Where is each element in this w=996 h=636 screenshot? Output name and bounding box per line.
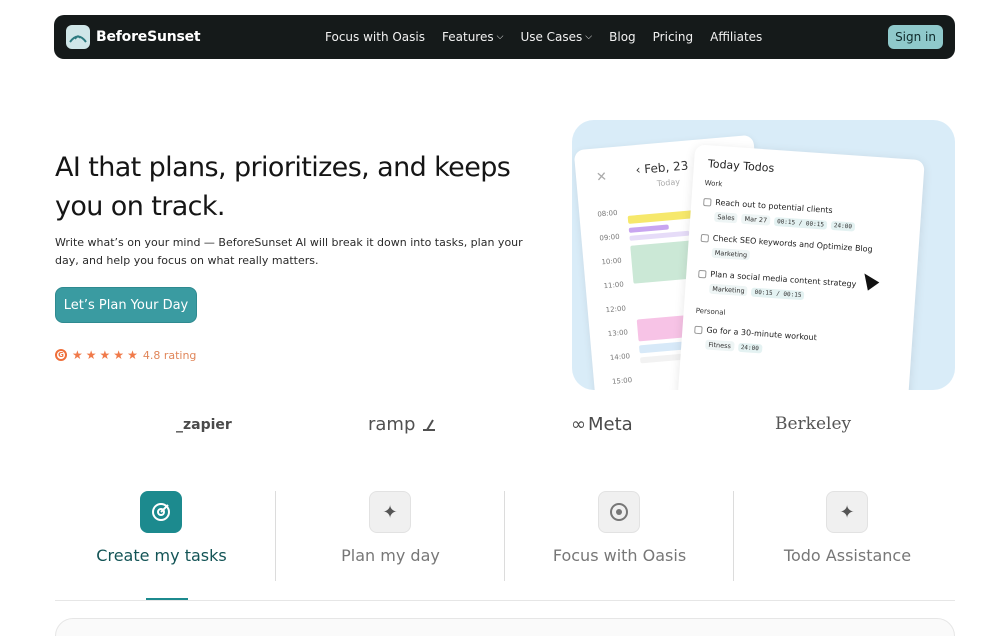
target-icon — [140, 491, 182, 533]
star-icon: ★ — [99, 348, 111, 362]
checkbox — [703, 197, 712, 207]
hero-title: AI that plans, prioritizes, and keeps yo… — [55, 152, 511, 222]
time-tag: 00:15 / 00:15 — [751, 287, 805, 300]
zapier-logo: _zapier — [176, 417, 232, 433]
todo-card: Today Todos Work Reach out to potential … — [677, 144, 925, 390]
todo-meta: Marketing — [711, 247, 751, 261]
chevron-down-icon: ⌵ — [496, 32, 504, 42]
calendar-event — [628, 224, 669, 233]
calendar-time: 10:00 — [601, 256, 623, 267]
calendar-event — [629, 230, 690, 241]
nav-link-pricing[interactable]: Pricing — [653, 30, 693, 44]
calendar-time: 11:00 — [603, 280, 625, 291]
tag: Marketing — [711, 247, 751, 261]
tab-label: Create my tasks — [96, 546, 227, 565]
rating: G ★ ★ ★ ★ ★ 4.8 rating — [55, 348, 196, 362]
top-navbar: BeforeSunset Focus with Oasis Features ⌵ … — [54, 15, 955, 59]
todo-meta: Marketing 00:15 / 00:15 — [708, 283, 805, 301]
calendar-time: 09:00 — [599, 232, 620, 243]
tab-divider — [733, 491, 734, 581]
tab-label: Todo Assistance — [783, 546, 912, 565]
nav-link-use-cases[interactable]: Use Cases ⌵ — [520, 30, 592, 44]
nav-link-features[interactable]: Features ⌵ — [442, 30, 503, 44]
g2-logo-icon: G — [55, 349, 67, 361]
star-icon: ★ — [85, 348, 97, 362]
nav-link-label: Pricing — [652, 30, 694, 44]
nav-link-affiliates[interactable]: Affiliates — [710, 30, 762, 44]
calendar-time: 08:00 — [597, 208, 618, 219]
calendar-time: 15:00 — [611, 376, 633, 386]
calendar-time: 14:00 — [609, 352, 631, 363]
tab-label: Focus with Oasis — [552, 546, 687, 565]
tab-divider — [275, 491, 276, 581]
calendar-today: Today — [656, 177, 681, 189]
tag: Sales — [713, 211, 738, 224]
ramp-mark-icon — [423, 418, 436, 431]
todo-section-work: Work — [704, 179, 723, 189]
logo[interactable]: BeforeSunset — [66, 25, 201, 49]
hero-illustration: ✕ ‹ Feb, 23 Today 08:00 09:00 10:00 11:0… — [572, 120, 955, 390]
time-tag: 24:00 — [737, 342, 763, 353]
divider — [55, 600, 955, 601]
checkbox — [700, 233, 710, 242]
checkbox — [698, 269, 707, 278]
star-icon: ★ — [127, 348, 138, 362]
chevron-down-icon: ⌵ — [585, 32, 593, 42]
todo-meta: Sales Mar 27 00:15 / 00:15 24:00 — [713, 211, 856, 232]
checkbox — [694, 325, 703, 334]
time-tag: 00:15 / 00:15 — [773, 216, 828, 230]
calendar-time: 13:00 — [607, 328, 629, 339]
focus-icon — [598, 491, 640, 533]
todo-title: Today Todos — [707, 157, 775, 175]
star-icon: ★ — [72, 348, 83, 362]
tag: Mar 27 — [741, 213, 771, 226]
rating-text: 4.8 rating — [142, 348, 197, 362]
nav-link-label: Use Cases — [520, 30, 583, 44]
meta-logo-text: Meta — [588, 414, 633, 435]
customer-logos: _zapier ramp ∞ Meta Berkeley — [0, 408, 996, 444]
meta-infinity-icon: ∞ — [571, 414, 586, 435]
nav-link-label: Focus with Oasis — [325, 30, 425, 44]
tab-todo-assistance[interactable]: ✦ Todo Assistance — [741, 491, 954, 583]
logo-icon — [66, 25, 90, 49]
hero-subtitle: Write what’s on your mind — BeforeSunset… — [55, 236, 523, 267]
calendar-event — [627, 210, 695, 224]
sparkle-icon: ✦ — [826, 491, 868, 533]
nav-link-label: Affiliates — [710, 30, 763, 44]
nav-links: Focus with Oasis Features ⌵ Use Cases ⌵ Bl… — [325, 15, 762, 59]
calendar-time: 12:00 — [605, 304, 627, 315]
signin-button[interactable]: Sign in — [888, 25, 943, 49]
tab-divider — [504, 491, 505, 581]
tag: Marketing — [708, 283, 748, 297]
meta-logo: ∞ Meta — [571, 414, 633, 435]
time-tag: 24:00 — [830, 220, 856, 232]
tab-plan-my-day[interactable]: ✦ Plan my day — [284, 491, 497, 583]
close-icon: ✕ — [595, 169, 608, 186]
todo-meta: Fitness 24:00 — [705, 339, 763, 353]
feature-tabs: Create my tasks ✦ Plan my day Focus with… — [55, 491, 955, 601]
nav-link-focus-with-oasis[interactable]: Focus with Oasis — [325, 30, 425, 44]
nav-link-blog[interactable]: Blog — [609, 30, 636, 44]
tab-focus-with-oasis[interactable]: Focus with Oasis — [513, 491, 726, 583]
nav-link-label: Features — [442, 30, 494, 44]
calendar-date-text: Feb, 23 — [643, 158, 689, 177]
ramp-logo: ramp — [368, 414, 437, 435]
ramp-logo-text: ramp — [368, 414, 416, 435]
nav-link-label: Blog — [609, 30, 636, 44]
plan-your-day-button[interactable]: Let’s Plan Your Day — [55, 287, 197, 323]
feature-preview-card — [55, 618, 955, 636]
todo-section-personal: Personal — [695, 306, 726, 317]
tab-label: Plan my day — [341, 546, 440, 565]
tag: Fitness — [705, 339, 735, 352]
sparkle-icon: ✦ — [369, 491, 411, 533]
tab-create-my-tasks[interactable]: Create my tasks — [55, 491, 268, 583]
star-icon: ★ — [113, 348, 125, 362]
logo-text: BeforeSunset — [96, 29, 201, 45]
berkeley-logo: Berkeley — [775, 414, 852, 434]
calendar-date: ‹ Feb, 23 — [635, 158, 689, 178]
